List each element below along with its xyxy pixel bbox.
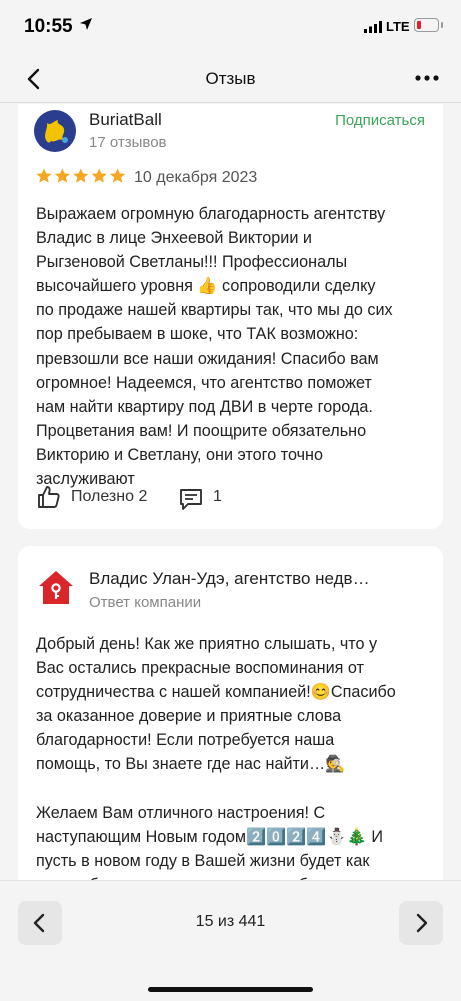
battery-icon xyxy=(414,18,443,32)
network-label: LTE xyxy=(386,19,410,34)
useful-button[interactable]: Полезно 2 xyxy=(71,488,147,506)
signal-icon xyxy=(364,21,382,33)
review-text: Выражаем огромную благодарность агентств… xyxy=(36,205,393,489)
location-arrow-icon xyxy=(80,18,92,30)
reply-role: Ответ компании xyxy=(89,594,202,611)
star-icon xyxy=(36,168,126,183)
status-bar: 10:55 LTE xyxy=(0,0,461,54)
review-card: BuriatBall 17 отзывов Подписаться 10 дек… xyxy=(18,104,443,529)
more-dots-icon[interactable] xyxy=(414,74,440,82)
page-title: Отзыв xyxy=(205,69,256,88)
subscribe-button[interactable]: Подписаться xyxy=(335,112,425,129)
pagination-bar: 15 из 441 xyxy=(0,880,461,1001)
avatar[interactable] xyxy=(34,110,76,152)
company-name[interactable]: Владис Улан-Удэ, агентство недв… xyxy=(89,569,370,589)
house-logo-icon[interactable] xyxy=(36,568,76,608)
nav-bar: Отзыв xyxy=(0,54,461,103)
next-button[interactable] xyxy=(399,901,443,945)
chevron-right-icon xyxy=(416,913,428,933)
home-indicator xyxy=(148,987,313,992)
reply-text: Добрый день! Как же приятно слышать, что… xyxy=(36,635,396,886)
review-author[interactable]: BuriatBall xyxy=(89,110,162,130)
page-counter: 15 из 441 xyxy=(195,913,266,930)
status-time: 10:55 xyxy=(24,16,73,37)
comments-count[interactable]: 1 xyxy=(213,488,222,506)
review-date: 10 декабря 2023 xyxy=(134,169,258,186)
company-reply-card: Владис Улан-Удэ, агентство недв… Ответ к… xyxy=(18,546,443,886)
review-count: 17 отзывов xyxy=(89,134,167,151)
rating-stars xyxy=(36,168,126,183)
thumbs-up-icon[interactable] xyxy=(36,484,62,510)
comment-icon[interactable] xyxy=(178,486,204,512)
